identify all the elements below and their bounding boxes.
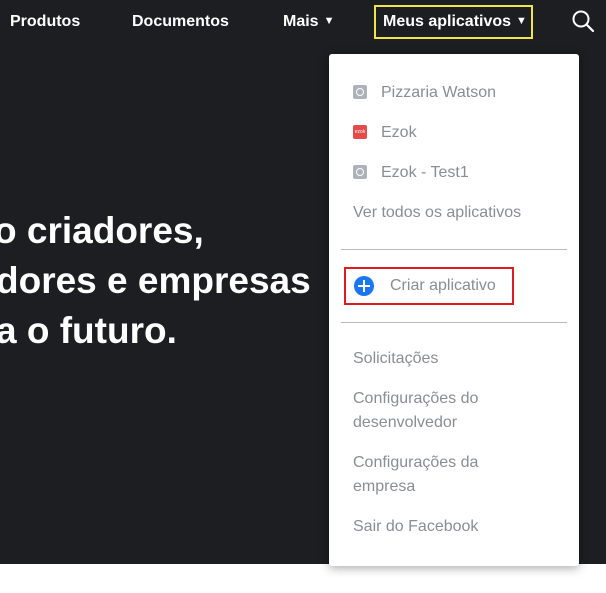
hero-headline-line-1: o criadores, bbox=[0, 210, 204, 251]
app-item-ezok-test1[interactable]: Ezok - Test1 bbox=[353, 161, 469, 185]
app-item-pizzaria-watson[interactable]: Pizzaria Watson bbox=[353, 81, 496, 105]
developer-settings-link[interactable]: Configurações do desenvolvedor bbox=[353, 387, 513, 435]
app-item-ezok[interactable]: ezok Ezok bbox=[353, 121, 417, 145]
nav-more[interactable]: Mais ▼ bbox=[283, 12, 334, 33]
caret-down-icon: ▼ bbox=[323, 15, 335, 27]
nav-my-apps[interactable]: Meus aplicativos ▼ bbox=[383, 12, 527, 33]
hero-headline: o criadores, dores e empresas a o futuro… bbox=[0, 206, 311, 356]
logout-link[interactable]: Sair do Facebook bbox=[353, 515, 478, 539]
hero-headline-line-2: dores e empresas bbox=[0, 260, 311, 301]
requests-link[interactable]: Solicitações bbox=[353, 347, 438, 371]
caret-down-icon: ▼ bbox=[516, 15, 527, 27]
nav-my-apps-label: Meus aplicativos bbox=[383, 13, 512, 30]
menu-divider bbox=[341, 249, 567, 250]
create-app-label: Criar aplicativo bbox=[390, 277, 496, 294]
hero-headline-line-3: a o futuro. bbox=[0, 310, 177, 351]
app-item-label: Pizzaria Watson bbox=[381, 84, 496, 101]
nav-more-label: Mais bbox=[283, 13, 319, 30]
search-icon[interactable] bbox=[571, 9, 595, 33]
create-app-button[interactable]: Criar aplicativo bbox=[344, 267, 514, 305]
gear-icon bbox=[353, 164, 367, 179]
ezok-logo-icon: ezok bbox=[353, 124, 367, 139]
app-item-label: Ezok - Test1 bbox=[381, 164, 469, 181]
business-settings-link[interactable]: Configurações da empresa bbox=[353, 451, 513, 499]
nav-products[interactable]: Produtos bbox=[10, 12, 80, 32]
my-apps-dropdown: Pizzaria Watson ezok Ezok Ezok - Test1 Ve… bbox=[329, 54, 579, 566]
see-all-apps-link[interactable]: Ver todos os aplicativos bbox=[353, 201, 521, 225]
gear-icon bbox=[353, 84, 367, 99]
menu-divider bbox=[341, 322, 567, 323]
app-item-label: Ezok bbox=[381, 124, 417, 141]
nav-documents[interactable]: Documentos bbox=[132, 12, 229, 32]
plus-circle-icon bbox=[354, 276, 374, 296]
